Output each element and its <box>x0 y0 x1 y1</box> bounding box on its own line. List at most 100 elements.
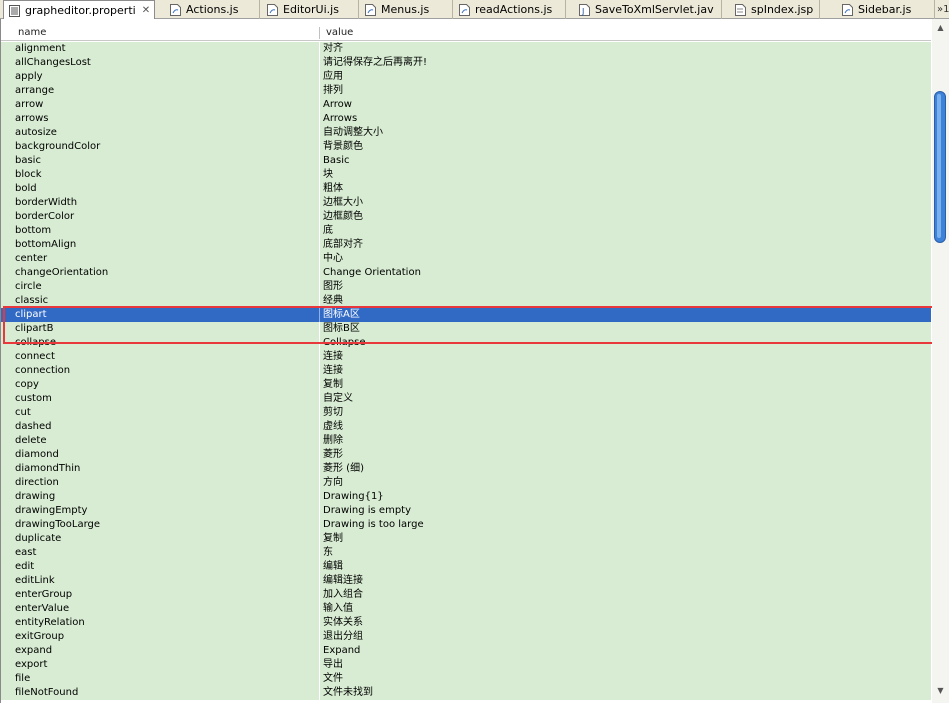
property-name-cell[interactable]: autosize <box>15 126 57 140</box>
property-name-cell[interactable]: classic <box>15 294 48 308</box>
table-row[interactable]: file 文件 <box>1 672 931 686</box>
property-name-cell[interactable]: apply <box>15 70 43 84</box>
property-name-cell[interactable]: connection <box>15 364 70 378</box>
property-name-cell[interactable]: delete <box>15 434 47 448</box>
property-name-cell[interactable]: center <box>15 252 47 266</box>
property-name-cell[interactable]: clipartB <box>15 322 53 336</box>
property-value-cell[interactable]: 边框颜色 <box>323 210 363 224</box>
table-row[interactable]: edit 编辑 <box>1 560 931 574</box>
tab-readactions-js[interactable]: readActions.js <box>454 0 566 19</box>
property-value-cell[interactable]: 输入值 <box>323 602 353 616</box>
property-value-cell[interactable]: Arrows <box>323 112 357 126</box>
property-value-cell[interactable]: 底部对齐 <box>323 238 363 252</box>
property-name-cell[interactable]: diamondThin <box>15 462 80 476</box>
tab-editorui-js[interactable]: EditorUi.js <box>262 0 359 19</box>
property-value-cell[interactable]: 文件 <box>323 672 343 686</box>
table-row[interactable]: connect 连接 <box>1 350 931 364</box>
table-row[interactable]: allChangesLost 请记得保存之后再离开! <box>1 56 931 70</box>
property-name-cell[interactable]: block <box>15 168 42 182</box>
table-row[interactable]: drawing Drawing{1} <box>1 490 931 504</box>
table-row[interactable]: connection 连接 <box>1 364 931 378</box>
table-row[interactable]: diamond 菱形 <box>1 448 931 462</box>
table-row[interactable]: clipartB 图标B区 <box>1 322 931 336</box>
table-row[interactable]: circle 图形 <box>1 280 931 294</box>
property-value-cell[interactable]: 图形 <box>323 280 343 294</box>
table-row[interactable]: classic 经典 <box>1 294 931 308</box>
property-value-cell[interactable]: Arrow <box>323 98 352 112</box>
tab-menus-js[interactable]: Menus.js <box>360 0 453 19</box>
property-name-cell[interactable]: clipart <box>15 308 47 322</box>
property-value-cell[interactable]: 背景颜色 <box>323 140 363 154</box>
property-name-cell[interactable]: duplicate <box>15 532 61 546</box>
property-value-cell[interactable]: 连接 <box>323 350 343 364</box>
property-value-cell[interactable]: 文件未找到 <box>323 686 373 700</box>
property-value-cell[interactable]: 菱形 <box>323 448 343 462</box>
property-name-cell[interactable]: bottomAlign <box>15 238 76 252</box>
table-row[interactable]: collapse Collapse <box>1 336 931 350</box>
property-name-cell[interactable]: direction <box>15 476 59 490</box>
property-value-cell[interactable]: 自动调整大小 <box>323 126 383 140</box>
property-name-cell[interactable]: entityRelation <box>15 616 85 630</box>
property-value-cell[interactable]: 边框大小 <box>323 196 363 210</box>
table-row[interactable]: duplicate 复制 <box>1 532 931 546</box>
table-row[interactable]: arrow Arrow <box>1 98 931 112</box>
property-value-cell[interactable]: 复制 <box>323 378 343 392</box>
table-row[interactable]: basic Basic <box>1 154 931 168</box>
property-value-cell[interactable]: 删除 <box>323 434 343 448</box>
property-name-cell[interactable]: collapse <box>15 336 56 350</box>
property-value-cell[interactable]: 底 <box>323 224 333 238</box>
table-row[interactable]: east 东 <box>1 546 931 560</box>
property-value-cell[interactable]: 对齐 <box>323 42 343 56</box>
property-name-cell[interactable]: enterGroup <box>15 588 72 602</box>
table-row[interactable]: backgroundColor 背景颜色 <box>1 140 931 154</box>
property-name-cell[interactable]: connect <box>15 350 55 364</box>
property-name-cell[interactable]: drawingTooLarge <box>15 518 100 532</box>
property-value-cell[interactable]: 导出 <box>323 658 343 672</box>
table-row[interactable]: dashed 虚线 <box>1 420 931 434</box>
property-name-cell[interactable]: enterValue <box>15 602 69 616</box>
property-value-cell[interactable]: 粗体 <box>323 182 343 196</box>
property-value-cell[interactable]: 图标A区 <box>323 308 360 322</box>
property-value-cell[interactable]: 方向 <box>323 476 343 490</box>
column-header-value[interactable]: value <box>326 26 353 40</box>
table-row[interactable]: export 导出 <box>1 658 931 672</box>
table-row[interactable]: arrows Arrows <box>1 112 931 126</box>
table-row[interactable]: arrange 排列 <box>1 84 931 98</box>
property-value-cell[interactable]: 图标B区 <box>323 322 360 336</box>
property-value-cell[interactable]: Expand <box>323 644 360 658</box>
table-row[interactable]: clipart 图标A区 <box>1 308 931 322</box>
table-row[interactable]: drawingEmpty Drawing is empty <box>1 504 931 518</box>
property-value-cell[interactable]: 经典 <box>323 294 343 308</box>
property-value-cell[interactable]: 应用 <box>323 70 343 84</box>
tab-overflow-button[interactable]: »1 <box>937 0 949 19</box>
property-name-cell[interactable]: exitGroup <box>15 630 64 644</box>
scroll-down-arrow-icon[interactable]: ▼ <box>932 682 949 699</box>
property-name-cell[interactable]: drawing <box>15 490 55 504</box>
scroll-up-arrow-icon[interactable]: ▲ <box>932 19 949 36</box>
property-value-cell[interactable]: Drawing is too large <box>323 518 424 532</box>
table-row[interactable]: borderWidth 边框大小 <box>1 196 931 210</box>
property-value-cell[interactable]: 虚线 <box>323 420 343 434</box>
property-name-cell[interactable]: changeOrientation <box>15 266 108 280</box>
table-row[interactable]: enterGroup 加入组合 <box>1 588 931 602</box>
property-name-cell[interactable]: circle <box>15 280 42 294</box>
tab-actions-js[interactable]: Actions.js <box>165 0 260 19</box>
table-row[interactable]: exitGroup 退出分组 <box>1 630 931 644</box>
property-name-cell[interactable]: expand <box>15 644 52 658</box>
property-name-cell[interactable]: alignment <box>15 42 66 56</box>
property-name-cell[interactable]: edit <box>15 560 34 574</box>
vertical-scrollbar[interactable]: ▲ ▼ <box>932 19 949 703</box>
property-value-cell[interactable]: 退出分组 <box>323 630 363 644</box>
table-row[interactable]: cut 剪切 <box>1 406 931 420</box>
property-value-cell[interactable]: Change Orientation <box>323 266 421 280</box>
property-name-cell[interactable]: borderWidth <box>15 196 77 210</box>
table-row[interactable]: bold 粗体 <box>1 182 931 196</box>
property-value-cell[interactable]: 编辑 <box>323 560 343 574</box>
property-value-cell[interactable]: 连接 <box>323 364 343 378</box>
property-value-cell[interactable]: Basic <box>323 154 349 168</box>
table-row[interactable]: autosize 自动调整大小 <box>1 126 931 140</box>
property-value-cell[interactable]: 实体关系 <box>323 616 363 630</box>
table-row[interactable]: changeOrientation Change Orientation <box>1 266 931 280</box>
table-row[interactable]: bottomAlign 底部对齐 <box>1 238 931 252</box>
property-name-cell[interactable]: export <box>15 658 47 672</box>
